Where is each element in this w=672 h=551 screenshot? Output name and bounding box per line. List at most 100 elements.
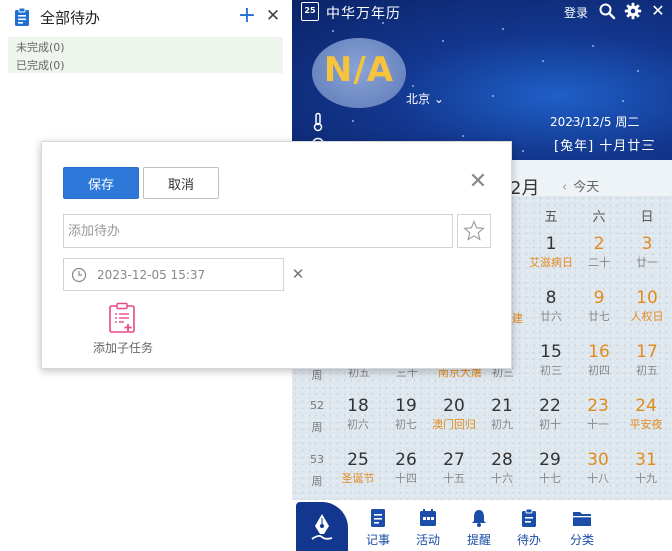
day-lunar-label: 初九: [491, 418, 513, 431]
day-number: 29: [539, 450, 561, 470]
calendar-day-cell[interactable]: 18 初六: [334, 395, 382, 441]
calendar-day-cell[interactable]: 27 十五: [430, 449, 478, 495]
add-todo-button[interactable]: +: [236, 4, 258, 28]
calendar-day-cell[interactable]: 20 澳门回归: [430, 395, 478, 441]
day-lunar-label: 十五: [443, 472, 465, 485]
calendar-day-cell[interactable]: 15 初三: [527, 341, 575, 387]
today-button[interactable]: ‹ 今天: [562, 176, 599, 195]
calendar-day-cell[interactable]: 29 十七: [526, 449, 574, 495]
reminder-datetime-field[interactable]: 2023-12-05 15:37: [63, 258, 284, 291]
cancel-button[interactable]: 取消: [143, 167, 219, 199]
save-button[interactable]: 保存: [63, 167, 139, 199]
today-solar-date: 2023/12/5 周二: [550, 115, 640, 129]
city-dropdown[interactable]: 北京 ⌄: [406, 90, 444, 107]
add-subtask-button[interactable]: 添加子任务: [88, 302, 158, 362]
day-number: 2: [593, 234, 605, 254]
calendar-day-cell[interactable]: 21 初九: [478, 395, 526, 441]
day-lunar-label: 初六: [347, 418, 369, 431]
day-lunar-label: 廿一: [636, 256, 658, 269]
day-number: 10: [636, 288, 658, 308]
calendar-day-cell[interactable]: 26 十四: [382, 449, 430, 495]
day-lunar-label: 初七: [395, 418, 417, 431]
day-lunar-label: 初五: [636, 364, 658, 377]
calendar-day-cell[interactable]: 25 圣诞节: [334, 449, 382, 495]
day-lunar-label: 廿七: [588, 310, 610, 323]
nav-label: 记事: [365, 533, 390, 547]
week-number-value: 52: [310, 399, 324, 412]
week-number-value: 53: [310, 453, 324, 466]
calendar-day-cell[interactable]: 9 廿七: [575, 287, 623, 333]
month-selector[interactable]: 2月: [510, 174, 539, 200]
day-number: 17: [636, 342, 658, 362]
week-number: 52 周: [306, 397, 328, 437]
chevron-down-icon: ⌄: [433, 92, 444, 106]
nav-folder[interactable]: 分类: [562, 508, 602, 548]
app-title: 中华万年历: [326, 6, 401, 22]
calendar-day-cell[interactable]: 17 初五: [623, 341, 671, 387]
close-dialog-button[interactable]: ✕: [468, 171, 488, 193]
day-lunar-label: 初四: [588, 364, 610, 377]
app-logo-icon: 25: [301, 2, 319, 21]
day-number: 15: [540, 342, 562, 362]
nav-todo[interactable]: 待办: [509, 508, 549, 548]
nav-note[interactable]: 记事: [358, 508, 398, 548]
group-finished[interactable]: 已完成(0): [16, 57, 65, 73]
calendar-day-cell[interactable]: 8 廿六: [527, 287, 575, 333]
close-todo-panel-button[interactable]: ✕: [263, 4, 283, 28]
calendar-day-cell[interactable]: 3 廿一: [623, 233, 671, 279]
day-number: 31: [635, 450, 657, 470]
weekday-header: 六: [592, 210, 606, 225]
day-lunar-label: 圣诞节: [341, 472, 375, 485]
day-lunar-label: 十六: [491, 472, 513, 485]
city-name: 北京: [406, 92, 431, 106]
day-lunar-label: 艾滋病日: [529, 256, 573, 269]
chevron-left-icon: ‹: [562, 180, 568, 195]
day-number: 19: [395, 396, 417, 416]
nav-label: 待办: [516, 533, 541, 547]
nav-bell[interactable]: 提醒: [459, 508, 499, 548]
app-title-bar: 25 中华万年历 登录 ✕: [292, 0, 672, 24]
calendar-day-cell[interactable]: 28 十六: [478, 449, 526, 495]
write-button[interactable]: [296, 502, 348, 551]
search-icon[interactable]: [598, 2, 616, 20]
weekday-header: 日: [640, 210, 654, 225]
day-number: 30: [587, 450, 609, 470]
week-number: 53 周: [306, 451, 328, 491]
calendar-day-cell[interactable]: 10 人权日: [623, 287, 671, 333]
login-link[interactable]: 登录: [564, 4, 588, 21]
calendar-day-cell[interactable]: 22 初十: [526, 395, 574, 441]
close-app-button[interactable]: ✕: [649, 2, 667, 20]
clear-datetime-button[interactable]: ✕: [290, 264, 306, 284]
group-unfinished[interactable]: 未完成(0): [16, 39, 65, 55]
day-number: 3: [641, 234, 653, 254]
calendar-day-cell[interactable]: 23 十一: [574, 395, 622, 441]
gear-icon[interactable]: [624, 2, 642, 20]
todo-group-list: 未完成(0) 已完成(0): [8, 37, 283, 73]
day-number: 20: [443, 396, 465, 416]
todo-header: 全部待办 + ✕: [0, 0, 292, 34]
day-lunar-label: 十八: [587, 472, 609, 485]
todo-icon: [522, 508, 536, 527]
calendar-day-cell[interactable]: 31 十九: [622, 449, 670, 495]
day-number: 28: [491, 450, 513, 470]
nav-label: 分类: [569, 533, 594, 547]
weather-badge[interactable]: N/A: [312, 38, 406, 108]
day-number: 21: [491, 396, 513, 416]
note-icon: [371, 509, 385, 527]
calendar-day-cell[interactable]: 2 二十: [575, 233, 623, 279]
day-lunar-label: 二十: [588, 256, 610, 269]
folder-icon: [573, 512, 591, 526]
day-number: 18: [347, 396, 369, 416]
day-lunar-label: 人权日: [630, 310, 664, 323]
calendar-day-cell[interactable]: 16 初四: [575, 341, 623, 387]
calendar-day-cell[interactable]: 30 十八: [574, 449, 622, 495]
day-lunar-label: 十四: [395, 472, 417, 485]
day-number: 8: [545, 288, 557, 308]
star-icon[interactable]: [457, 214, 491, 248]
nav-activity[interactable]: 活动: [408, 508, 448, 548]
calendar-day-cell[interactable]: 1 艾滋病日: [527, 233, 575, 279]
day-lunar-label: 初三: [540, 364, 562, 377]
todo-title-input[interactable]: [63, 214, 453, 248]
calendar-day-cell[interactable]: 19 初七: [382, 395, 430, 441]
calendar-day-cell[interactable]: 24 平安夜: [622, 395, 670, 441]
